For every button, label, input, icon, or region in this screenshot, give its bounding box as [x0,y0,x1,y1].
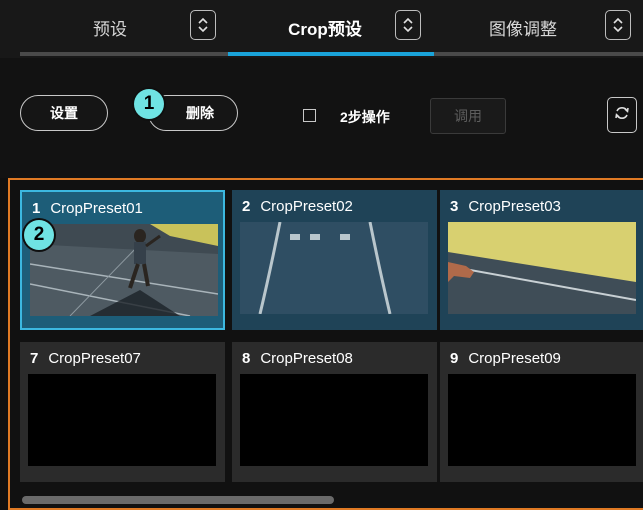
tab-image-adjust[interactable]: 图像调整 [448,0,598,54]
preset-name: CropPreset03 [468,198,561,215]
preset-name: CropPreset08 [260,350,353,367]
call-button[interactable]: 调用 [430,98,506,134]
preset-name: CropPreset09 [468,350,561,367]
preset-card[interactable]: 3 CropPreset03 [440,190,643,330]
callout-badge: 2 [24,220,54,250]
tab-underline [434,52,643,56]
preset-number: 2 [242,198,251,215]
toolbar: 设置 删除 1 2步操作 调用 [0,58,643,178]
preset-thumbnail-empty [28,374,216,466]
preset-thumbnail [240,222,428,314]
refresh-button[interactable] [607,97,637,133]
preset-card-title: 8 CropPreset08 [242,350,353,367]
preset-card[interactable]: 8 CropPreset08 [232,342,437,482]
delete-button-label: 删除 [186,105,214,121]
preset-thumbnail-empty [448,374,636,466]
tab-crop-preset[interactable]: Crop预设 [240,0,410,54]
tab-label: Crop预设 [288,19,362,39]
tab-label: 预设 [93,19,127,39]
horizontal-scrollbar[interactable] [22,496,334,504]
preset-card-title: 1 CropPreset01 [32,200,143,217]
preset-thumbnail [30,224,218,316]
stepper-icon[interactable] [190,10,216,40]
preset-card-title: 7 CropPreset07 [30,350,141,367]
preset-card[interactable]: 1 CropPreset01 [20,190,225,330]
preset-card-title: 2 CropPreset02 [242,198,353,215]
preset-number: 3 [450,198,459,215]
tab-underline [20,52,228,56]
tab-underline-active [228,52,434,56]
preset-card-title: 3 CropPreset03 [450,198,561,215]
preset-card[interactable]: 7 CropPreset07 [20,342,225,482]
preset-grid-panel: 1 CropPreset01 2 2 CropPreset02 3 CropPr… [8,178,643,510]
preset-name: CropPreset02 [260,198,353,215]
preset-number: 9 [450,350,459,367]
preset-number: 1 [32,200,41,217]
preset-card[interactable]: 2 CropPreset02 [232,190,437,330]
preset-thumbnail-empty [240,374,428,466]
stepper-icon[interactable] [605,10,631,40]
tab-label: 图像调整 [489,19,557,39]
preset-card-title: 9 CropPreset09 [450,350,561,367]
tab-bar: 预设 Crop预设 图像调整 [0,0,643,58]
tab-preset[interactable]: 预设 [40,0,180,54]
preset-name: CropPreset01 [50,200,143,217]
preset-number: 8 [242,350,251,367]
settings-button-label: 设置 [50,105,78,121]
stepper-icon[interactable] [395,10,421,40]
preset-card[interactable]: 9 CropPreset09 [440,342,643,482]
preset-thumbnail [448,222,636,314]
two-step-checkbox[interactable] [303,109,316,122]
callout-badge: 1 [134,89,164,119]
preset-number: 7 [30,350,39,367]
preset-name: CropPreset07 [48,350,141,367]
settings-button[interactable]: 设置 [20,95,108,131]
call-button-label: 调用 [454,108,482,124]
two-step-label: 2步操作 [340,109,390,125]
refresh-icon [614,105,630,126]
